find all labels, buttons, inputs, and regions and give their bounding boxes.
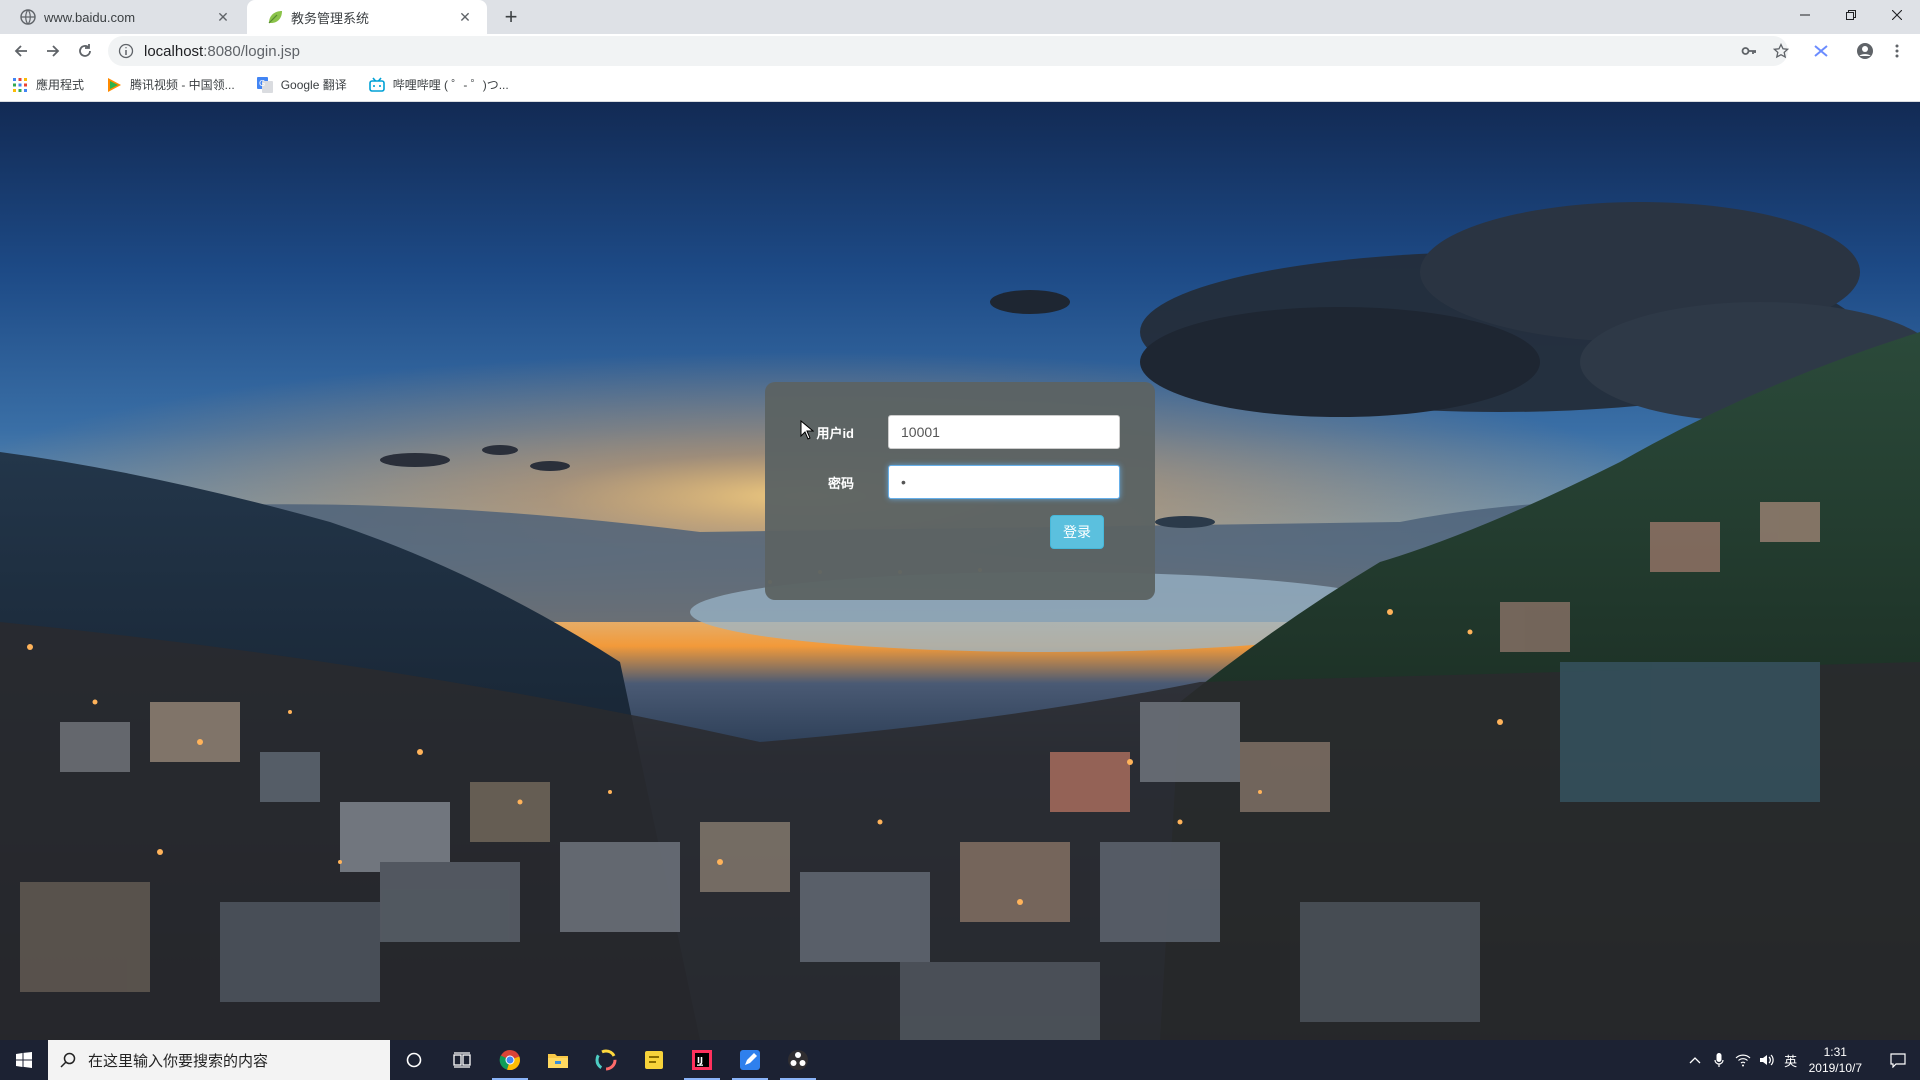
mouse-cursor-icon: [800, 420, 814, 440]
system-tray: 英 1:31 2019/10/7: [1683, 1040, 1920, 1080]
notification-icon[interactable]: [1876, 1052, 1920, 1068]
login-card: 用户id 密码 登录: [765, 382, 1155, 600]
new-tab-button[interactable]: +: [498, 4, 524, 30]
tab-title: www.baidu.com: [44, 9, 136, 25]
google-translate-icon: G: [256, 76, 273, 93]
cortana-icon[interactable]: [390, 1040, 438, 1080]
restore-icon[interactable]: [1828, 0, 1874, 30]
microphone-icon[interactable]: [1707, 1052, 1731, 1068]
bookmark-bilibili[interactable]: 哔哩哔哩 ( ゜- ゜)つ...: [368, 76, 509, 93]
userid-input[interactable]: [888, 415, 1120, 449]
ime-indicator[interactable]: 英: [1779, 1051, 1803, 1070]
tab-jiaowu[interactable]: 教务管理系统 ✕: [247, 0, 487, 34]
obs-icon[interactable]: [774, 1040, 822, 1080]
network-icon[interactable]: [1731, 1053, 1755, 1067]
profile-icon[interactable]: [1852, 38, 1878, 64]
leaf-icon: [268, 11, 282, 24]
file-explorer-icon[interactable]: [534, 1040, 582, 1080]
search-icon: [60, 1052, 76, 1068]
bilibili-icon: [368, 76, 385, 92]
windows-start-icon[interactable]: [0, 1040, 48, 1080]
reload-icon[interactable]: [72, 38, 98, 64]
volume-icon[interactable]: [1755, 1053, 1779, 1067]
userid-label: 用户id: [816, 425, 854, 441]
forward-icon[interactable]: [40, 38, 66, 64]
info-icon[interactable]: [118, 43, 134, 59]
clock-time: 1:31: [1823, 1045, 1847, 1059]
notes-editor-icon[interactable]: [726, 1040, 774, 1080]
tab-close-icon[interactable]: ✕: [457, 9, 473, 25]
url-host: localhost: [144, 42, 204, 60]
task-view-icon[interactable]: [438, 1040, 486, 1080]
chevron-up-icon[interactable]: [1683, 1056, 1707, 1064]
key-icon[interactable]: [1736, 38, 1762, 64]
password-row: 密码: [765, 465, 1155, 499]
clock-date: 2019/10/7: [1808, 1061, 1862, 1075]
password-label: 密码: [827, 475, 854, 491]
svg-text:IJ: IJ: [697, 1056, 703, 1065]
sticky-notes-icon[interactable]: [630, 1040, 678, 1080]
bookmark-tencent-video[interactable]: 腾讯视频 - 中国领...: [106, 76, 235, 93]
taskbar-search[interactable]: 在这里输入你要搜索的内容: [48, 1040, 390, 1080]
minimize-icon[interactable]: [1782, 0, 1828, 30]
url-path: :8080/login.jsp: [203, 42, 300, 60]
bookmarks-bar: 應用程式 腾讯视频 - 中国领... G Google 翻译 哔哩哔哩 ( ゜-…: [0, 68, 1920, 102]
tencent-video-icon: [108, 77, 122, 92]
bookmark-label: 腾讯视频 - 中国领...: [130, 78, 235, 92]
userid-row: 用户id: [765, 415, 1155, 449]
colorful-app-icon[interactable]: [582, 1040, 630, 1080]
intellij-icon[interactable]: IJ: [678, 1040, 726, 1080]
browser-toolbar: localhost:8080/login.jsp: [0, 34, 1920, 68]
page-background: 用户id 密码 登录: [0, 102, 1920, 1040]
tab-strip: www.baidu.com ✕ 教务管理系统 ✕ +: [0, 0, 1920, 34]
menu-kebab-icon[interactable]: [1884, 38, 1910, 64]
globe-icon: [20, 9, 36, 25]
svg-text:G: G: [259, 79, 265, 88]
password-input[interactable]: [888, 465, 1120, 499]
bookmark-label: Google 翻译: [280, 78, 347, 92]
bookmark-label: 應用程式: [36, 78, 85, 92]
apps-grid-icon: [13, 77, 27, 92]
clock[interactable]: 1:31 2019/10/7: [1809, 1044, 1862, 1076]
close-window-icon[interactable]: [1874, 0, 1920, 30]
taskbar: 在这里输入你要搜索的内容 IJ 英 1:31 2019/10/7: [0, 1040, 1920, 1080]
url-text: localhost:8080/login.jsp: [144, 43, 300, 60]
tab-title: 教务管理系统: [291, 10, 370, 26]
bookmark-apps[interactable]: 應用程式: [12, 76, 84, 93]
extension-icon[interactable]: [1808, 38, 1834, 64]
bookmark-google-translate[interactable]: G Google 翻译: [256, 76, 347, 93]
star-icon[interactable]: [1768, 38, 1794, 64]
bookmark-label: 哔哩哔哩 ( ゜- ゜)つ...: [392, 78, 509, 92]
address-bar[interactable]: localhost:8080/login.jsp: [108, 36, 1788, 66]
taskbar-search-placeholder: 在这里输入你要搜索的内容: [88, 1052, 269, 1070]
back-icon[interactable]: [8, 38, 34, 64]
tab-baidu[interactable]: www.baidu.com ✕: [0, 0, 245, 34]
chrome-taskbar-icon[interactable]: [486, 1040, 534, 1080]
login-button[interactable]: 登录: [1050, 515, 1104, 549]
tab-close-icon[interactable]: ✕: [215, 9, 231, 25]
